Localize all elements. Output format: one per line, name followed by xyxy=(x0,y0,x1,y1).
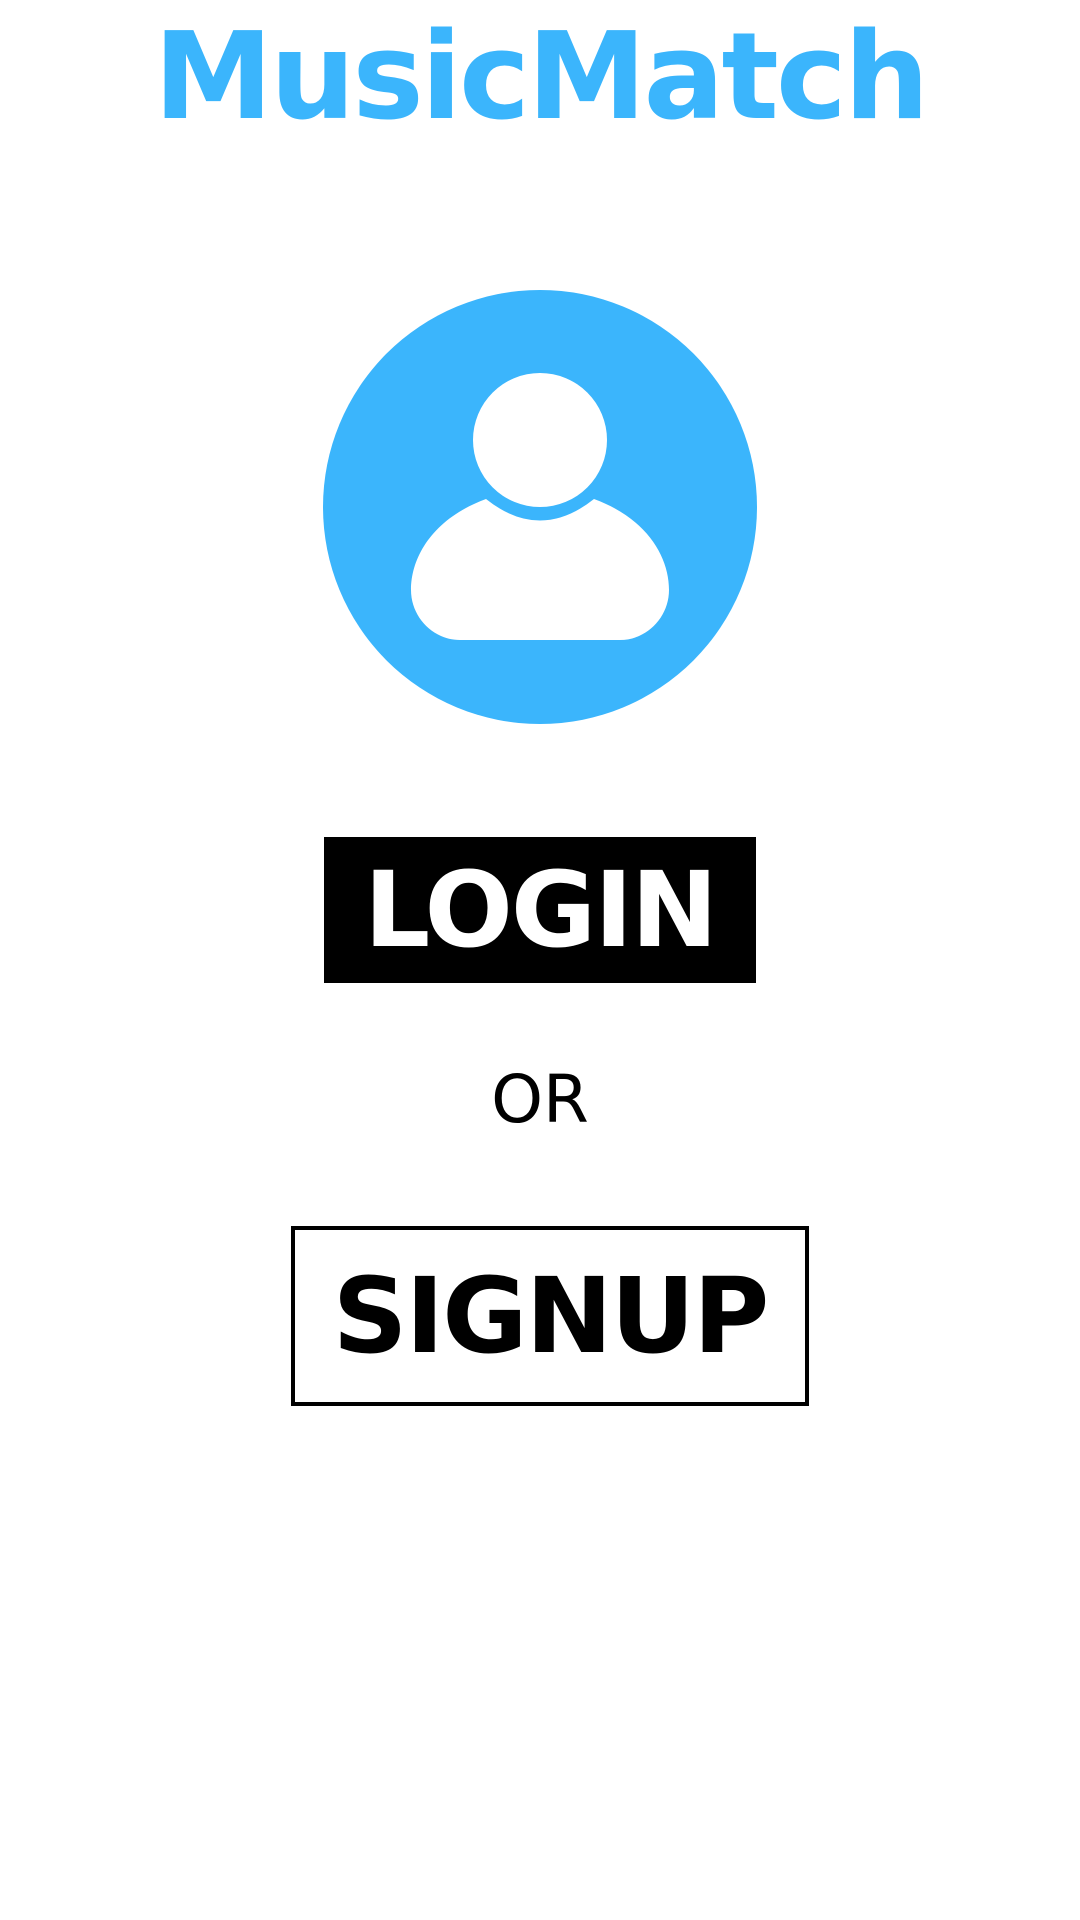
app-title: MusicMatch xyxy=(153,8,930,147)
login-button[interactable]: LOGIN xyxy=(324,837,756,983)
user-profile-icon xyxy=(411,373,669,640)
signup-button[interactable]: SIGNUP xyxy=(291,1226,809,1406)
avatar xyxy=(323,290,757,724)
or-separator: OR xyxy=(491,1061,589,1138)
